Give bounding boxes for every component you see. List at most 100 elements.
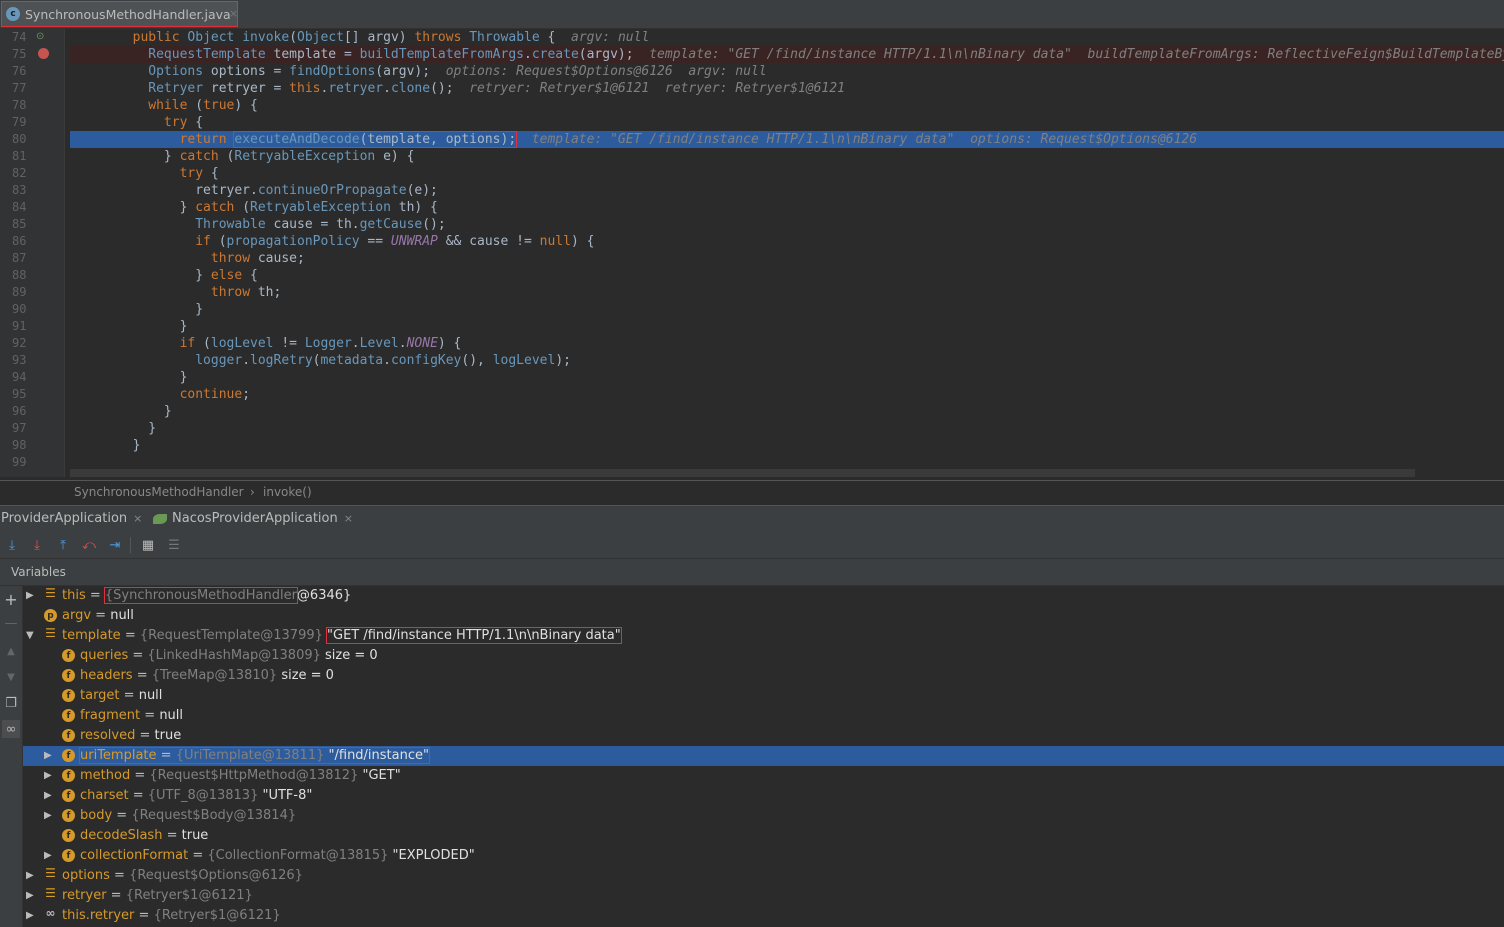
- variable-row[interactable]: f decodeSlash = true: [23, 826, 1504, 846]
- line-number[interactable]: 80: [0, 131, 64, 148]
- line-number[interactable]: 81: [0, 148, 64, 165]
- breadcrumb-method[interactable]: invoke(): [263, 485, 312, 499]
- code-line[interactable]: }: [70, 301, 1504, 318]
- down-icon[interactable]: ▼: [2, 668, 20, 686]
- breadcrumb-class[interactable]: SynchronousMethodHandler: [74, 485, 244, 499]
- line-number[interactable]: 96: [0, 403, 64, 420]
- tab-nacos-provider-application[interactable]: NacosProviderApplication ×: [153, 511, 353, 526]
- expand-arrow-icon[interactable]: ▶: [26, 586, 36, 606]
- line-number[interactable]: 76: [0, 63, 64, 80]
- variable-row[interactable]: ▶ ☰ retryer = {Retryer$1@6121}: [23, 886, 1504, 906]
- code-line[interactable]: Retryer retryer = this.retryer.clone(); …: [70, 80, 1504, 97]
- expand-arrow-icon[interactable]: ▶: [44, 746, 54, 766]
- line-number[interactable]: 86: [0, 233, 64, 250]
- expand-arrow-icon[interactable]: ▶: [26, 906, 36, 926]
- line-number[interactable]: 79: [0, 114, 64, 131]
- code-line[interactable]: while (true) {: [70, 97, 1504, 114]
- line-number[interactable]: 85: [0, 216, 64, 233]
- code-line[interactable]: }: [70, 403, 1504, 420]
- line-number[interactable]: 94: [0, 369, 64, 386]
- line-number[interactable]: 87: [0, 250, 64, 267]
- code-line[interactable]: retryer.continueOrPropagate(e);: [70, 182, 1504, 199]
- line-number[interactable]: 92: [0, 335, 64, 352]
- line-number[interactable]: 84: [0, 199, 64, 216]
- expand-arrow-icon[interactable]: ▶: [26, 866, 36, 886]
- line-number[interactable]: 78: [0, 97, 64, 114]
- glasses-icon[interactable]: ∞: [2, 720, 20, 738]
- line-number[interactable]: 95: [0, 386, 64, 403]
- code-line[interactable]: } else {: [70, 267, 1504, 284]
- variable-row[interactable]: ▶ ☰ this = {SynchronousMethodHandler@6346}: [23, 586, 1504, 606]
- drop-frame-icon[interactable]: ⤺: [80, 536, 98, 554]
- add-watch-icon[interactable]: +: [2, 590, 20, 609]
- expand-arrow-icon[interactable]: ▶: [44, 806, 54, 826]
- close-icon[interactable]: ×: [133, 512, 142, 525]
- step-over-icon[interactable]: ⤓: [3, 536, 21, 554]
- line-number[interactable]: 83: [0, 182, 64, 199]
- expand-arrow-icon[interactable]: ▶: [44, 766, 54, 786]
- code-line[interactable]: try {: [70, 114, 1504, 131]
- expand-arrow-icon[interactable]: ▶: [26, 886, 36, 906]
- trace-icon[interactable]: ☰: [165, 536, 183, 554]
- code-line[interactable]: RequestTemplate template = buildTemplate…: [70, 46, 1504, 63]
- variable-row[interactable]: ▼ ☰ template = {RequestTemplate@13799} "GE…: [23, 626, 1504, 646]
- breakpoint-icon[interactable]: [38, 48, 49, 59]
- line-number[interactable]: 98: [0, 437, 64, 454]
- line-number[interactable]: 90: [0, 301, 64, 318]
- horizontal-scrollbar[interactable]: [70, 469, 1415, 477]
- code-line[interactable]: } catch (RetryableException e) {: [70, 148, 1504, 165]
- code-line[interactable]: throw cause;: [70, 250, 1504, 267]
- line-number[interactable]: 89: [0, 284, 64, 301]
- expand-arrow-icon[interactable]: ▶: [44, 786, 54, 806]
- variable-row[interactable]: ▶ ☰ options = {Request$Options@6126}: [23, 866, 1504, 886]
- line-number[interactable]: 88: [0, 267, 64, 284]
- editor-tab-synchronousmethodhandler[interactable]: c SynchronousMethodHandler.java: [1, 1, 238, 27]
- current-execution-line[interactable]: return executeAndDecode(template, option…: [70, 131, 1504, 148]
- run-to-cursor-icon[interactable]: ⇥: [106, 536, 124, 554]
- code-line[interactable]: if (logLevel != Logger.Level.NONE) {: [70, 335, 1504, 352]
- copy-icon[interactable]: ❐: [2, 694, 20, 712]
- code-line[interactable]: logger.logRetry(metadata.configKey(), lo…: [70, 352, 1504, 369]
- code-line[interactable]: Throwable cause = th.getCause();: [70, 216, 1504, 233]
- code-line[interactable]: } catch (RetryableException th) {: [70, 199, 1504, 216]
- code-line[interactable]: }: [70, 420, 1504, 437]
- implements-marker-icon[interactable]: ⊙: [36, 31, 44, 42]
- code-line[interactable]: public Object invoke(Object[] argv) thro…: [70, 29, 1504, 46]
- variable-row[interactable]: ▶ f body = {Request$Body@13814}: [23, 806, 1504, 826]
- variable-row[interactable]: ▶ f collectionFormat = {CollectionFormat@1…: [23, 846, 1504, 866]
- line-number[interactable]: 74 ⊙: [0, 29, 64, 46]
- up-icon[interactable]: ▲: [2, 642, 20, 660]
- code-line[interactable]: }: [70, 318, 1504, 335]
- collapse-arrow-icon[interactable]: ▼: [26, 626, 36, 646]
- evaluate-icon[interactable]: ▦: [139, 536, 157, 554]
- variable-row[interactable]: ▶ f charset = {UTF_8@13813} "UTF-8": [23, 786, 1504, 806]
- line-number[interactable]: 91: [0, 318, 64, 335]
- variable-row[interactable]: f resolved = true: [23, 726, 1504, 746]
- variable-row[interactable]: f target = null: [23, 686, 1504, 706]
- line-number[interactable]: 97: [0, 420, 64, 437]
- line-number[interactable]: 75: [0, 46, 64, 63]
- code-line[interactable]: try {: [70, 165, 1504, 182]
- code-line[interactable]: Options options = findOptions(argv); opt…: [70, 63, 1504, 80]
- code-line[interactable]: }: [70, 369, 1504, 386]
- code-line[interactable]: continue;: [70, 386, 1504, 403]
- code-line[interactable]: throw th;: [70, 284, 1504, 301]
- close-icon[interactable]: ×: [344, 512, 353, 525]
- code-line[interactable]: }: [70, 437, 1504, 454]
- step-into-icon[interactable]: ⤓: [28, 536, 46, 554]
- tab-provider-application[interactable]: ProviderApplication ×: [1, 511, 142, 526]
- code-line[interactable]: if (propagationPolicy == UNWRAP && cause…: [70, 233, 1504, 250]
- step-out-icon[interactable]: ⤒: [54, 536, 72, 554]
- variable-row[interactable]: ▶ f uriTemplate = {UriTemplate@13811} "/fi…: [23, 746, 1504, 766]
- variable-row[interactable]: f queries = {LinkedHashMap@13809} size = …: [23, 646, 1504, 666]
- line-number[interactable]: 77: [0, 80, 64, 97]
- line-number[interactable]: 99: [0, 454, 64, 471]
- close-tab-icon[interactable]: ×: [229, 7, 238, 20]
- variable-row[interactable]: f headers = {TreeMap@13810} size = 0: [23, 666, 1504, 686]
- variable-row[interactable]: ▶ ∞ this.retryer = {Retryer$1@6121}: [23, 906, 1504, 926]
- remove-watch-icon[interactable]: —: [2, 614, 20, 632]
- line-number[interactable]: 93: [0, 352, 64, 369]
- variable-row[interactable]: ▶ f method = {Request$HttpMethod@13812} "G…: [23, 766, 1504, 786]
- variable-row[interactable]: p argv = null: [23, 606, 1504, 626]
- code-editor[interactable]: 74 ⊙ 75 76 77 78 79 80 81 82 83 84 85 86 87 88 89 90 91 92 9…: [0, 29, 1504, 477]
